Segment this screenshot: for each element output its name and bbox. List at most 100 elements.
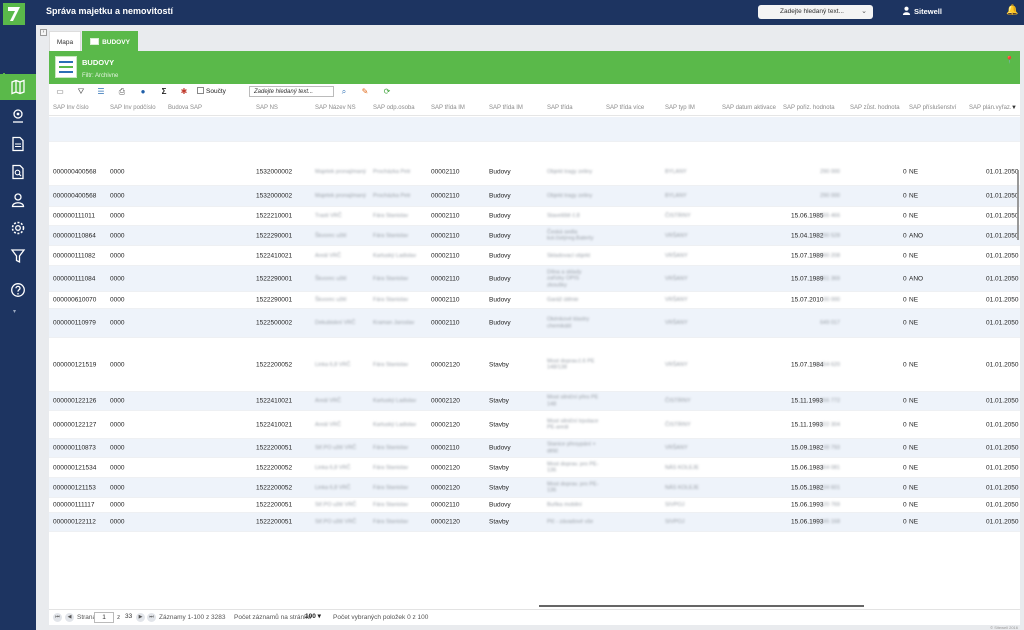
- sidebar-item-locations[interactable]: [0, 103, 36, 129]
- table-row[interactable]: 000000121153 0000 1522200052 Linka 6,8 VRČ F…: [49, 478, 1020, 498]
- column-header[interactable]: SAP třída: [547, 105, 573, 111]
- cell-ns: 1532000002: [256, 168, 293, 176]
- table-row[interactable]: 000000122126 0000 1522410021 Areál VRČ Kartu…: [49, 392, 1020, 411]
- sidebar-item-settings[interactable]: [0, 215, 36, 241]
- first-page-button[interactable]: ⏮: [53, 613, 62, 622]
- cell-rem: 0: [903, 232, 907, 239]
- table-row[interactable]: 000000111084 0000 1522290001 Škvorec užití F…: [49, 266, 1020, 292]
- grid-search-input[interactable]: Zadejte hledaný text...: [249, 86, 334, 97]
- panel-header: BUDOVY Filtr: Archivne 📍: [49, 51, 1020, 84]
- table-row[interactable]: 000000110864 0000 1522290001 Škvorec užití F…: [49, 226, 1020, 246]
- table-row[interactable]: 000000400568 0000 1532000002 Majetek pronaj…: [49, 186, 1020, 207]
- bell-icon[interactable]: 🔔: [1006, 5, 1018, 16]
- table-row[interactable]: 000000121519 0000 1522200052 Linka 6,8 VRČ F…: [49, 338, 1020, 392]
- column-header[interactable]: SAP typ IM: [665, 105, 695, 111]
- sum-icon[interactable]: Σ: [159, 87, 169, 97]
- table-row[interactable]: 000000110979 0000 1522500002 Dekubiskní VRČ…: [49, 309, 1020, 338]
- prev-page-button[interactable]: ◀: [65, 613, 74, 622]
- chevron-down-icon[interactable]: ▾: [13, 308, 16, 315]
- checkbox-box[interactable]: [197, 87, 204, 94]
- cell-ns: 1522500002: [256, 319, 293, 327]
- table-row[interactable]: 000000110873 0000 1522200051 Stř.PO užití V…: [49, 439, 1020, 458]
- cell-cls-name: Stavby: [489, 397, 509, 405]
- column-header[interactable]: SAP Inv podčíslo: [110, 105, 156, 111]
- column-header[interactable]: SAP třída IM: [431, 105, 465, 111]
- table-row[interactable]: 000000121534 0000 1522200052 Linka 6,8 VRČ F…: [49, 458, 1020, 478]
- user-menu[interactable]: Sitewell: [902, 6, 942, 16]
- cell-person: Kraman Jaroslav: [373, 319, 415, 326]
- column-header[interactable]: SAP třída více: [606, 105, 644, 111]
- cell-acq: 30 000: [823, 296, 840, 303]
- column-header[interactable]: SAP odp.osoba: [373, 105, 415, 111]
- table-row[interactable]: 000000610070 0000 1522290001 Škvorec užití F…: [49, 292, 1020, 309]
- app-logo[interactable]: [3, 3, 25, 25]
- cell-name: Stř.PO užití VRČ: [315, 518, 357, 525]
- column-settings-icon[interactable]: ☰: [96, 87, 106, 97]
- chevron-down-icon[interactable]: ⌄: [861, 7, 867, 15]
- sidebar-item-filter[interactable]: [0, 243, 36, 269]
- last-page-button[interactable]: ⏭: [147, 613, 156, 622]
- next-page-button[interactable]: ▶: [136, 613, 145, 622]
- table-row[interactable]: 000000111011 0000 1522210001 Trasti VRČ Fára…: [49, 207, 1020, 226]
- cell-cls-name: Stavby: [489, 484, 509, 491]
- bookmark-icon[interactable]: ✱: [179, 87, 189, 97]
- cell-ns: 1522200052: [256, 484, 293, 491]
- collapse-sidebar-button[interactable]: ›: [40, 29, 47, 36]
- pin-icon[interactable]: 📍: [1005, 56, 1014, 64]
- sort-desc-icon[interactable]: ▼: [1011, 105, 1017, 111]
- column-header[interactable]: SAP zůst. hodnota: [850, 105, 900, 111]
- column-header[interactable]: SAP NS: [256, 105, 278, 111]
- cell-plan: 01.01.2050: [986, 361, 1019, 368]
- column-header[interactable]: SAP pořiz. hodnota: [783, 105, 835, 111]
- vertical-scrollbar[interactable]: [1017, 170, 1019, 240]
- column-header[interactable]: SAP plán.vyřaz.: [969, 105, 1012, 111]
- panel-filter-text: Filtr: Archivne: [82, 73, 119, 79]
- cell-name: Linka 6,8 VRČ: [315, 484, 351, 491]
- column-header[interactable]: SAP třída IM: [489, 105, 523, 111]
- cell-acc: NE: [909, 361, 919, 368]
- table-row[interactable]: 000000122112 0000 1522200051 Stř.PO užití V…: [49, 513, 1020, 532]
- per-page-select[interactable]: 100 ▾: [305, 612, 321, 620]
- tab-mapa[interactable]: Mapa: [49, 31, 81, 51]
- cell-cls-name: Budovy: [489, 319, 511, 327]
- sidebar-item-map[interactable]: [0, 74, 36, 100]
- cell-name: Linka 6,8 VRČ: [315, 361, 351, 368]
- column-header[interactable]: SAP Inv číslo: [53, 105, 89, 111]
- cell-plan: 01.01.2050: [986, 464, 1019, 471]
- table-row[interactable]: 000000122127 0000 1522410021 Areál VRČ Kartu…: [49, 411, 1020, 439]
- column-header[interactable]: SAP datum aktivace: [722, 105, 776, 111]
- cell-sap-class: Staveliště č.8: [547, 212, 580, 219]
- column-header[interactable]: Budova SAP: [168, 105, 202, 111]
- cell-type: NÁS KOLEJE: [665, 484, 699, 491]
- sum-checkbox[interactable]: Součty: [197, 87, 226, 95]
- eraser-icon[interactable]: ✎: [360, 87, 370, 97]
- navigate-icon[interactable]: ●: [138, 87, 148, 97]
- column-header[interactable]: SAP Název NS: [315, 105, 356, 111]
- table-row[interactable]: 000000111082 0000 1522410021 Areál VRČ Kartu…: [49, 246, 1020, 266]
- cell-inv: 000000400568: [53, 168, 97, 176]
- filter-icon[interactable]: ⛛: [76, 87, 86, 97]
- search-icon[interactable]: ⌕: [339, 87, 349, 97]
- cell-type: VRŠANY: [665, 232, 688, 239]
- tab-budovy[interactable]: BUDOVY: [82, 31, 138, 51]
- sidebar-item-help[interactable]: [0, 277, 36, 303]
- cell-cls-name: Budovy: [489, 192, 511, 200]
- table-row[interactable]: 000000400568 0000 1532000002 Majetek pronaj…: [49, 159, 1020, 186]
- global-search-input[interactable]: Zadejte hledaný text... ⌄: [758, 5, 873, 19]
- page-number-input[interactable]: 1: [94, 612, 114, 623]
- cell-type: SIVPOJ: [665, 501, 685, 508]
- sidebar-item-search-docs[interactable]: [0, 159, 36, 185]
- cell-acq: 1 822 304: [815, 421, 840, 428]
- refresh-icon[interactable]: ⟳: [382, 87, 392, 97]
- column-header[interactable]: SAP příslušenství: [909, 105, 956, 111]
- sidebar-item-users[interactable]: [0, 187, 36, 213]
- print-icon[interactable]: ⎙: [117, 87, 127, 97]
- cell-rem: 0: [903, 444, 907, 452]
- cell-cls-name: Budovy: [489, 212, 511, 220]
- horizontal-scrollbar[interactable]: [539, 605, 864, 607]
- new-record-icon[interactable]: ▭: [55, 87, 65, 97]
- table-row[interactable]: 000000111117 0000 1522200051 Stř.PO užití V…: [49, 498, 1020, 513]
- grid-header: SAP Inv číslo SAP Inv podčíslo Budova SAP S…: [49, 100, 1020, 116]
- sidebar-item-documents[interactable]: [0, 131, 36, 157]
- cell-plan: 01.01.2050: [986, 501, 1019, 509]
